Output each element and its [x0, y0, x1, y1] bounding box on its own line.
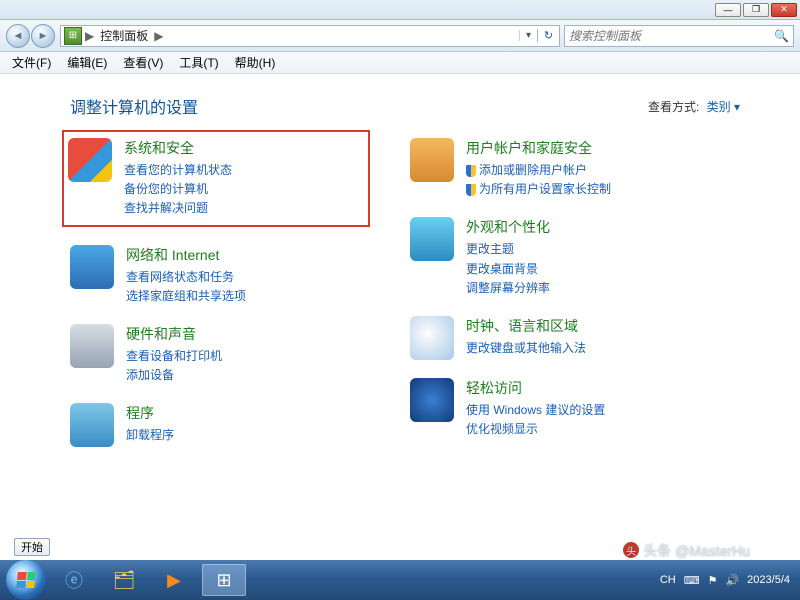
viewby-label: 查看方式:	[648, 100, 699, 114]
search-box[interactable]: 🔍	[564, 25, 794, 47]
ime-indicator[interactable]: CH	[660, 574, 676, 586]
search-icon[interactable]: 🔍	[774, 29, 789, 43]
category-title[interactable]: 网络和 Internet	[126, 245, 370, 265]
back-button[interactable]: ◄	[6, 24, 30, 48]
nav-back-forward: ◄ ►	[6, 24, 56, 48]
system-tray: CH ⌨ ⚑ 🔊 2023/5/4	[660, 574, 794, 587]
category-link[interactable]: 选择家庭组和共享选项	[126, 287, 370, 306]
category-title[interactable]: 程序	[126, 403, 370, 423]
category-link[interactable]: 更改桌面背景	[466, 260, 710, 279]
category-item: 轻松访问使用 Windows 建议的设置优化视频显示	[410, 378, 710, 439]
maximize-button[interactable]: ❐	[743, 3, 769, 17]
close-button[interactable]: ✕	[771, 3, 797, 17]
category-title[interactable]: 外观和个性化	[466, 217, 710, 237]
taskbar-control-panel-icon[interactable]: ⊞	[202, 564, 246, 596]
category-link[interactable]: 备份您的计算机	[124, 180, 364, 199]
category-link[interactable]: 查看您的计算机状态	[124, 161, 364, 180]
breadcrumb-sep: ▶	[154, 29, 163, 43]
address-bar[interactable]: ⊞ ▶ 控制面板 ▶ ▾ ↻	[60, 25, 560, 47]
category-link[interactable]: 更改主题	[466, 240, 710, 259]
category-link[interactable]: 卸载程序	[126, 426, 370, 445]
category-link[interactable]: 添加设备	[126, 366, 370, 385]
viewby-dropdown[interactable]: 类别 ▾	[707, 100, 740, 114]
taskbar-media-icon[interactable]: ▶	[152, 564, 196, 596]
category-icon	[410, 138, 454, 182]
breadcrumb-sep: ▶	[85, 29, 94, 43]
category-title[interactable]: 系统和安全	[124, 138, 364, 158]
menu-view[interactable]: 查看(V)	[115, 52, 171, 73]
category-item: 用户帐户和家庭安全添加或删除用户帐户为所有用户设置家长控制	[410, 138, 710, 199]
menu-tools[interactable]: 工具(T)	[171, 52, 226, 73]
control-panel-icon: ⊞	[64, 27, 82, 45]
category-link[interactable]: 优化视频显示	[466, 420, 710, 439]
category-icon	[70, 403, 114, 447]
taskbar: ⓔ 🗂 ▶ ⊞ CH ⌨ ⚑ 🔊 2023/5/4	[0, 560, 800, 600]
forward-button[interactable]: ►	[31, 24, 55, 48]
category-icon	[68, 138, 112, 182]
category-link[interactable]: 查找并解决问题	[124, 199, 364, 218]
taskbar-explorer-icon[interactable]: 🗂	[102, 564, 146, 596]
tray-date[interactable]: 2023/5/4	[747, 574, 790, 586]
category-item: 网络和 Internet 查看网络状态和任务选择家庭组和共享选项	[70, 245, 370, 306]
menu-help[interactable]: 帮助(H)	[227, 52, 284, 73]
category-link[interactable]: 查看设备和打印机	[126, 347, 370, 366]
category-title[interactable]: 用户帐户和家庭安全	[466, 138, 710, 158]
start-label[interactable]: 开始	[14, 538, 50, 556]
category-icon	[410, 217, 454, 261]
category-item: 外观和个性化更改主题更改桌面背景调整屏幕分辨率	[410, 217, 710, 298]
category-item: 程序卸载程序	[70, 403, 370, 447]
category-title[interactable]: 时钟、语言和区域	[466, 316, 710, 336]
breadcrumb-item[interactable]: 控制面板	[100, 27, 148, 44]
menu-edit[interactable]: 编辑(E)	[59, 52, 115, 73]
start-button[interactable]	[6, 560, 46, 600]
category-link[interactable]: 更改键盘或其他输入法	[466, 339, 710, 358]
category-icon	[70, 245, 114, 289]
category-icon	[410, 316, 454, 360]
category-link[interactable]: 调整屏幕分辨率	[466, 279, 710, 298]
category-link[interactable]: 为所有用户设置家长控制	[466, 180, 710, 199]
category-item: 系统和安全查看您的计算机状态备份您的计算机查找并解决问题	[62, 130, 370, 227]
breadcrumb-dropdown[interactable]: ▾	[519, 30, 537, 41]
shield-icon	[466, 184, 476, 196]
category-link[interactable]: 使用 Windows 建议的设置	[466, 401, 710, 420]
category-item: 时钟、语言和区域更改键盘或其他输入法	[410, 316, 710, 360]
menu-file[interactable]: 文件(F)	[4, 52, 59, 73]
page-title: 调整计算机的设置	[70, 94, 648, 118]
category-link[interactable]: 查看网络状态和任务	[126, 268, 370, 287]
minimize-button[interactable]: —	[715, 3, 741, 17]
shield-icon	[466, 165, 476, 177]
volume-icon[interactable]: 🔊	[725, 574, 739, 587]
search-input[interactable]	[569, 29, 774, 43]
action-flag-icon[interactable]: ⚑	[708, 574, 718, 587]
keyboard-icon[interactable]: ⌨	[684, 574, 700, 587]
category-icon	[70, 324, 114, 368]
refresh-button[interactable]: ↻	[537, 29, 559, 42]
category-title[interactable]: 轻松访问	[466, 378, 710, 398]
menu-bar: 文件(F) 编辑(E) 查看(V) 工具(T) 帮助(H)	[0, 52, 800, 74]
category-title[interactable]: 硬件和声音	[126, 324, 370, 344]
category-item: 硬件和声音查看设备和打印机添加设备	[70, 324, 370, 385]
category-link[interactable]: 添加或删除用户帐户	[466, 161, 710, 180]
taskbar-ie-icon[interactable]: ⓔ	[52, 564, 96, 596]
category-icon	[410, 378, 454, 422]
